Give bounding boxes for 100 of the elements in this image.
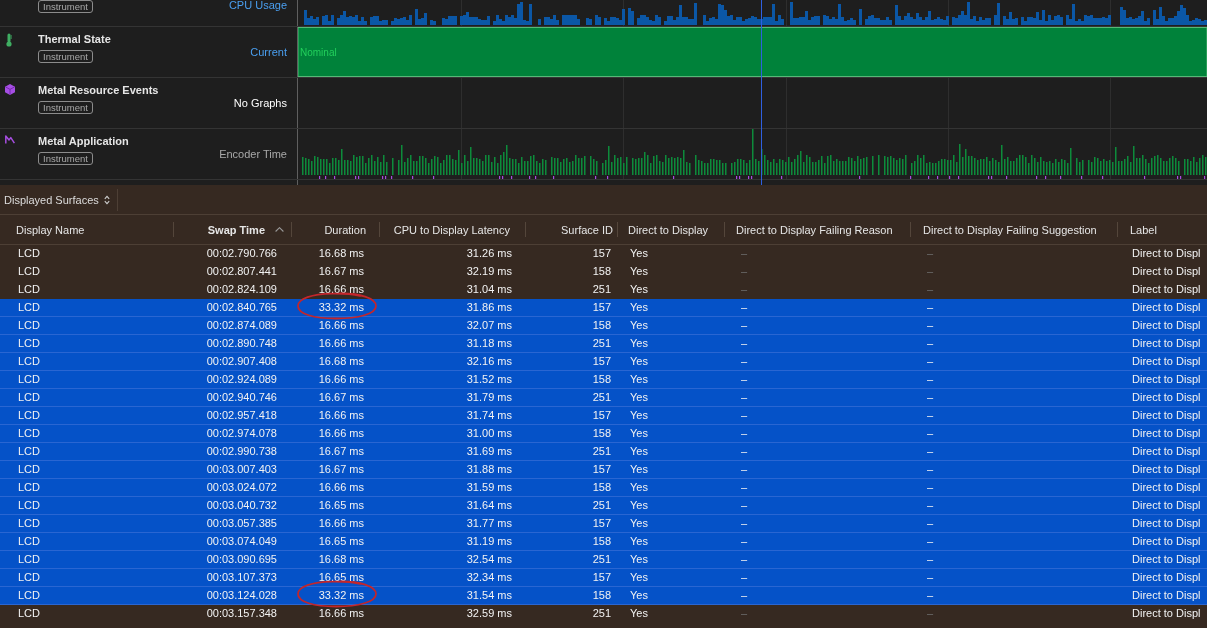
table-cell-text: Direct to Displ [1131,408,1202,423]
table-cell-text: Direct to Displ [1131,372,1202,387]
track-title: Metal Application [38,135,129,148]
up-down-chevron-icon [103,194,110,205]
table-cell-text: LCD [17,588,41,603]
column-header[interactable]: Surface ID [526,215,618,244]
table-cell-text: LCD [17,246,41,261]
table-cell-text: 00:03.107.373 [205,570,278,585]
table-cell-text: – [926,480,935,495]
table-cell-text: Yes [629,606,649,621]
graph-label[interactable]: Current [250,46,297,58]
table-cell-text: – [926,372,935,387]
table-cell-text: 00:02.924.089 [205,372,278,387]
table-cell-text: 00:03.124.028 [205,588,278,603]
table-cell-text: Direct to Displ [1131,534,1202,549]
table-cell-text: Yes [629,390,649,405]
column-header[interactable]: Display Name [0,215,174,244]
table-cell-text: 16.66 ms [317,606,365,621]
table-cell-text: 158 [591,534,612,549]
table-cell-text: 00:02.874.089 [205,318,278,333]
table-cell-text: 158 [591,264,612,279]
table-row[interactable]: LCD 00:03.074.049 16.65 ms 31.19 ms 158 Yes – – Direct to Displ [0,533,1207,551]
table-cell-text: – [740,354,749,369]
graph-label: No Graphs [233,97,288,109]
table-row[interactable]: LCD 00:03.107.373 16.65 ms 32.34 ms 157 Yes – – Direct to Displ [0,569,1207,587]
table-cell-text: – [926,264,935,279]
table-selector[interactable]: Displayed Surfaces [0,188,114,211]
table-cell-text: – [740,552,749,567]
column-header[interactable]: Direct to Display [618,215,725,244]
table-cell-text: 157 [591,300,612,315]
column-header[interactable]: Direct to Display Failing Suggestion [911,215,1118,244]
table-cell-text: 16.65 ms [317,534,365,549]
table-cell-text: – [926,426,935,441]
column-header[interactable]: CPU to Display Latency [380,215,526,244]
table-row[interactable]: LCD 00:03.040.732 16.65 ms 31.64 ms 251 Yes – – Direct to Displ [0,497,1207,515]
table-cell-text: – [740,462,749,477]
table-cell-text: 00:03.007.403 [205,462,278,477]
table-row[interactable]: LCD 00:02.990.738 16.67 ms 31.69 ms 251 Yes – – Direct to Displ [0,443,1207,461]
table-cell-text: – [740,300,749,315]
table-cell-text: 157 [591,462,612,477]
table-cell-text: – [926,588,935,603]
column-header[interactable]: Label [1118,215,1207,244]
table-cell-text: – [926,246,935,261]
column-header[interactable]: Duration [292,215,380,244]
column-header[interactable]: Direct to Display Failing Reason [725,215,911,244]
table-cell-text: 16.65 ms [317,570,365,585]
column-header[interactable]: Swap Time [174,215,292,244]
table-cell-text: 251 [591,390,612,405]
line-chart-icon [5,135,15,144]
table-cell-text: Yes [629,336,649,351]
table-cell-text: Yes [629,408,649,423]
table-row[interactable]: LCD 00:03.007.403 16.67 ms 31.88 ms 157 Yes – – Direct to Displ [0,461,1207,479]
graph-label[interactable]: CPU Usage [228,0,297,11]
table-row[interactable]: LCD 00:03.090.695 16.68 ms 32.54 ms 251 Yes – – Direct to Displ [0,551,1207,569]
table-cell-text: – [740,444,749,459]
table-row[interactable]: LCD 00:02.907.408 16.68 ms 32.16 ms 157 Yes – – Direct to Displ [0,353,1207,371]
table-cell-text: 251 [591,552,612,567]
table-cell-text: – [926,570,935,585]
table-cell-text: 158 [591,318,612,333]
table-cell-text: 31.69 ms [465,444,513,459]
table-cell-text: LCD [17,606,41,621]
table-cell-text: Direct to Displ [1131,282,1202,297]
table-cell-text: – [740,588,749,603]
table-cell-text: 31.00 ms [465,426,513,441]
state-label: Nominal [300,46,337,58]
table-cell-text: 32.59 ms [465,606,513,621]
table-cell-text: 16.66 ms [317,516,365,531]
table-row[interactable]: LCD 00:02.840.765 33.32 ms 31.86 ms 157 Yes – – Direct to Displ [0,299,1207,317]
table-row[interactable]: LCD 00:02.940.746 16.67 ms 31.79 ms 251 Yes – – Direct to Displ [0,389,1207,407]
table-cell-text: Direct to Displ [1131,516,1202,531]
table-cell-text: 31.18 ms [465,336,513,351]
table-cell-text: Yes [629,498,649,513]
table-row[interactable]: LCD 00:02.890.748 16.66 ms 31.18 ms 251 Yes – – Direct to Displ [0,335,1207,353]
table-cell-text: LCD [17,516,41,531]
table-cell-text: – [926,444,935,459]
table-cell-text: 33.32 ms [317,300,365,315]
table-row[interactable]: LCD 00:03.124.028 33.32 ms 31.54 ms 158 Yes – – Direct to Displ [0,587,1207,605]
table-cell-text: 16.68 ms [317,552,365,567]
table-cell-text: 32.16 ms [465,354,513,369]
track-title: Metal Resource Events [38,84,159,97]
table-row[interactable]: LCD 00:02.957.418 16.66 ms 31.74 ms 157 Yes – – Direct to Displ [0,407,1207,425]
table-cell-text: 16.67 ms [317,462,365,477]
table-cell-text: LCD [17,264,41,279]
table-cell-text: 16.67 ms [317,390,365,405]
table-cell-text: Yes [629,588,649,603]
table-row[interactable]: LCD 00:02.924.089 16.66 ms 31.52 ms 158 Yes – – Direct to Displ [0,371,1207,389]
table-row[interactable]: LCD 00:02.874.089 16.66 ms 32.07 ms 158 Yes – – Direct to Displ [0,317,1207,335]
table-cell-text: – [740,570,749,585]
table-row[interactable]: LCD 00:02.974.078 16.66 ms 31.00 ms 158 Yes – – Direct to Displ [0,425,1207,443]
table-cell-text: 00:03.024.072 [205,480,278,495]
table-cell-text: 00:03.157.348 [205,606,278,621]
playhead-line[interactable] [761,0,762,185]
table-cell-text: 16.65 ms [317,498,365,513]
table-cell-text: – [926,318,935,333]
table-row[interactable]: LCD 00:03.024.072 16.66 ms 31.59 ms 158 Yes – – Direct to Displ [0,479,1207,497]
table-cell-text: – [926,552,935,567]
table-cell-text: Direct to Displ [1131,498,1202,513]
table-row[interactable]: LCD 00:03.057.385 16.66 ms 31.77 ms 157 Yes – – Direct to Displ [0,515,1207,533]
table-cell-text: – [740,264,749,279]
table-cell-text: LCD [17,498,41,513]
